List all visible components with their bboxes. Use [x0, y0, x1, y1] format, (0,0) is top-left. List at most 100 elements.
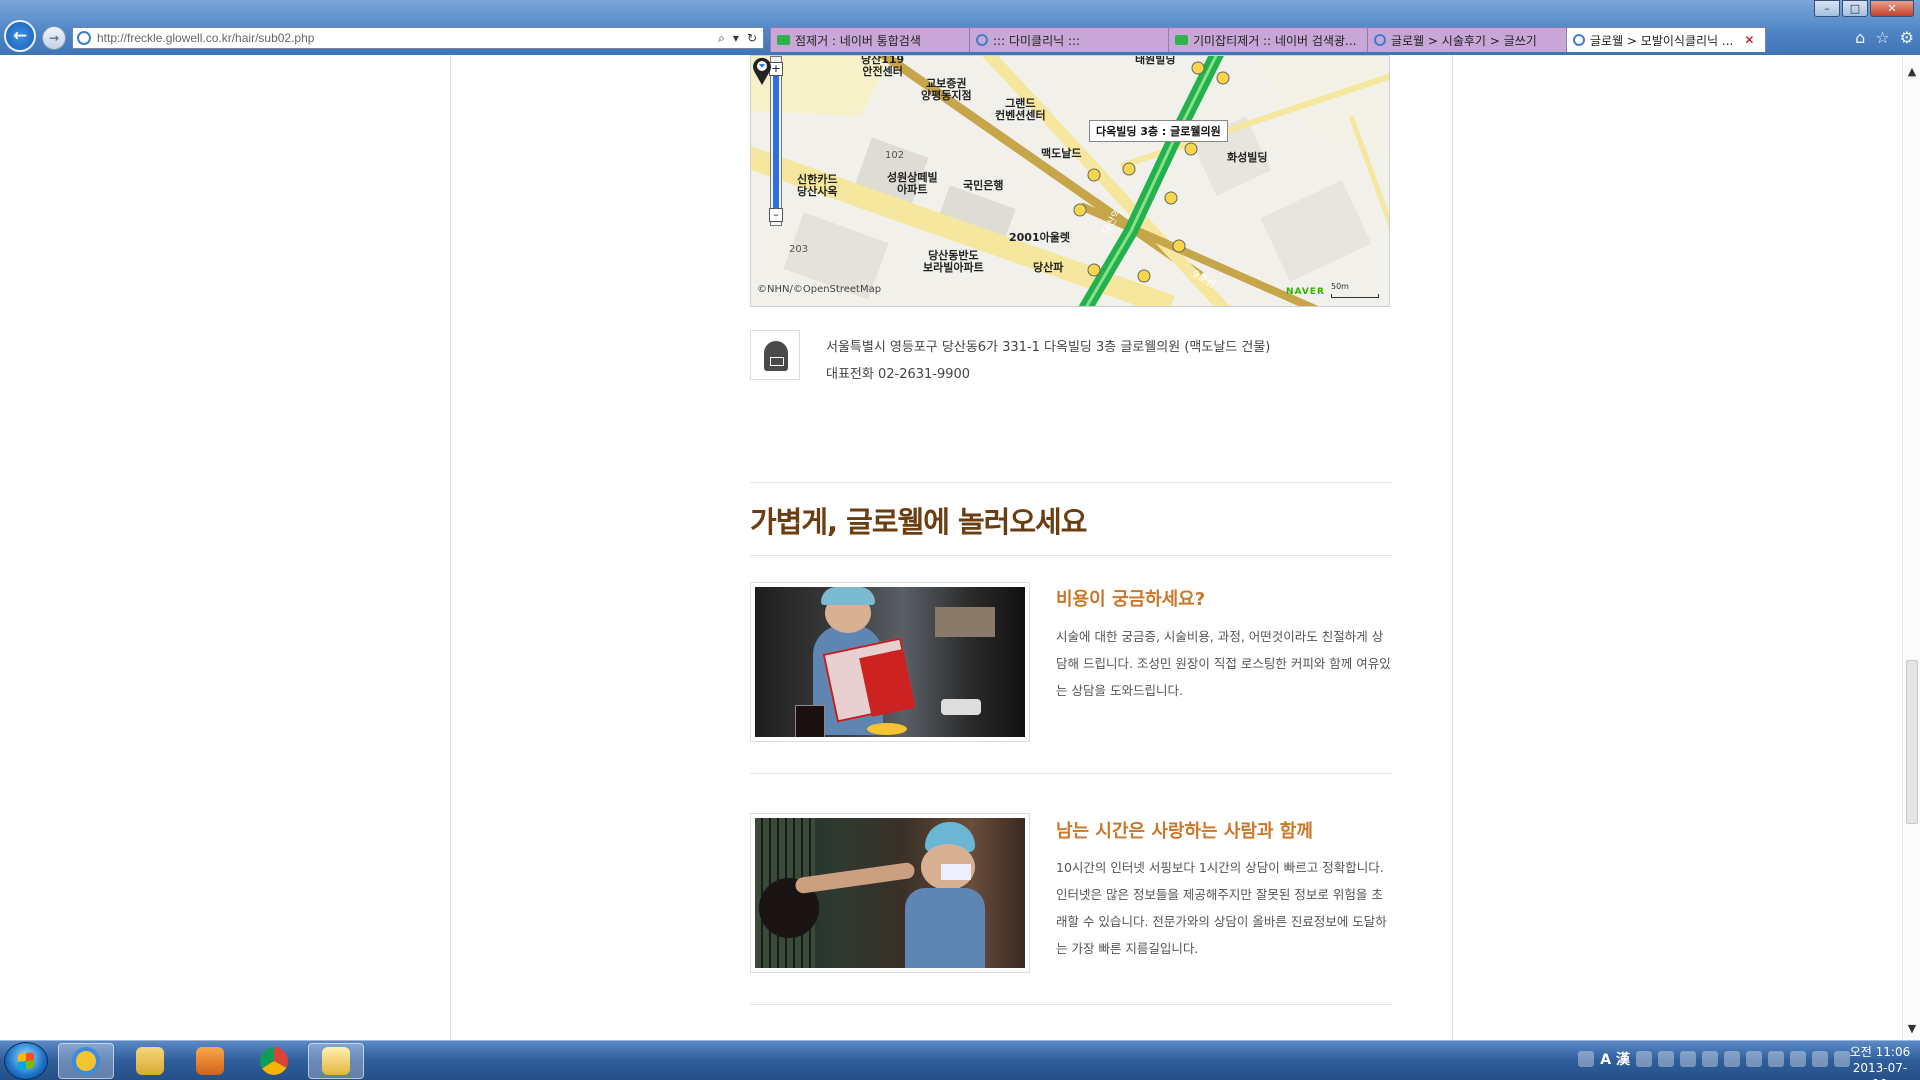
map-label: 태원빌딩	[1135, 55, 1176, 66]
settings-gear-icon[interactable]: ⚙	[1900, 28, 1914, 47]
ie-page-icon	[77, 31, 91, 45]
windows-taskbar: A 漢 오전 11:06 2013-07-10	[0, 1040, 1920, 1080]
naver-map-logo: NAVER	[1286, 287, 1325, 297]
map-scale-bar	[1331, 294, 1379, 298]
ie-page-icon	[1573, 34, 1585, 46]
home-icon[interactable]: ⌂	[1855, 28, 1865, 47]
tray-app-icon[interactable]	[1724, 1051, 1740, 1067]
browser-toolbar: – □ ✕ ← → http://freckle.glowell.co.kr/h…	[0, 0, 1920, 55]
location-map[interactable]: + – 당산119 안전센터 교보증권 양평동지점 그랜드 컨벤션센터 태원빌딩…	[750, 55, 1390, 307]
tray-app-icon[interactable]	[1680, 1051, 1696, 1067]
search-icon[interactable]: ⌕	[718, 31, 725, 46]
favorites-star-icon[interactable]: ☆	[1875, 28, 1889, 47]
map-label: 당산파	[1033, 261, 1064, 274]
tab-label: 글로웰 > 모발이식클리닉 ...	[1590, 33, 1734, 48]
tab-label: ::: 다미클리닉 :::	[993, 33, 1081, 48]
help-icon[interactable]	[1636, 1051, 1652, 1067]
taskbar-chrome[interactable]	[246, 1043, 302, 1079]
naver-icon	[777, 35, 790, 45]
naver-icon	[1175, 35, 1188, 45]
dropdown-arrow-icon[interactable]: ▾	[733, 31, 739, 46]
action-center-flag-icon[interactable]	[1790, 1051, 1806, 1067]
tab-glowell-hair[interactable]: 글로웰 > 모발이식클리닉 ... ✕	[1566, 27, 1766, 52]
clock-date: 2013-07-10	[1852, 1061, 1908, 1080]
address-bar[interactable]: http://freckle.glowell.co.kr/hair/sub02.…	[72, 27, 764, 49]
taskbar-file-explorer[interactable]	[122, 1043, 178, 1079]
mail-icon-box	[750, 330, 800, 380]
close-tab-icon[interactable]: ✕	[1744, 33, 1754, 47]
map-label: 2001아울렛	[1009, 231, 1070, 244]
section-divider	[750, 1004, 1392, 1005]
tray-app-icon[interactable]	[1746, 1051, 1762, 1067]
map-label: 국민은행	[963, 179, 1004, 192]
tray-app-icon[interactable]	[1768, 1051, 1784, 1067]
mailbox-icon	[764, 341, 788, 371]
zoom-out-button[interactable]: –	[769, 208, 783, 222]
close-window-button[interactable]: ✕	[1870, 0, 1914, 17]
map-marker-label[interactable]: 다옥빌딩 3층 : 글로웰의원	[1089, 120, 1228, 142]
maximize-button[interactable]: □	[1842, 0, 1868, 17]
tab-glowell-review[interactable]: 글로웰 > 시술후기 > 글쓰기	[1367, 27, 1567, 52]
tab-label: 점제거 : 네이버 통합검색	[795, 33, 921, 48]
network-shield-icon[interactable]	[1578, 1051, 1595, 1067]
map-credit: ©NHN/©OpenStreetMap	[757, 284, 882, 295]
tab-label: 글로웰 > 시술후기 > 글쓰기	[1391, 33, 1537, 48]
tab-naver-search-1[interactable]: 점제거 : 네이버 통합검색	[770, 27, 970, 52]
system-tray: A 漢	[1578, 1049, 1850, 1069]
tab-dami-clinic[interactable]: ::: 다미클리닉 :::	[969, 27, 1169, 52]
map-background	[751, 56, 1389, 306]
taskbar-internet-explorer[interactable]	[58, 1043, 114, 1079]
item-title: 남는 시간은 사랑하는 사람과 함께	[1056, 821, 1313, 842]
ie-page-icon	[976, 34, 988, 46]
map-label: 그랜드 컨벤션센터	[995, 97, 1046, 122]
zoom-level-bar[interactable]	[773, 70, 779, 210]
doctor-exam-photo	[750, 813, 1030, 973]
content-border-left	[450, 55, 451, 1040]
section-divider	[750, 773, 1392, 774]
map-label: 화성빌딩	[1227, 151, 1268, 164]
system-clock[interactable]: 오전 11:06 2013-07-10	[1846, 1044, 1914, 1080]
taskbar-mail[interactable]	[308, 1043, 364, 1079]
window-controls: – □ ✕	[1814, 0, 1914, 17]
clinic-address: 서울특별시 영등포구 당산동6가 331-1 다옥빌딩 3층 글로웰의원 (맥도…	[826, 340, 1271, 355]
network-icon[interactable]	[1812, 1051, 1828, 1067]
tab-naver-search-2[interactable]: 기미잡티제거 :: 네이버 검색광...	[1168, 27, 1368, 52]
scroll-up-arrow-icon[interactable]: ▲	[1903, 63, 1920, 81]
forward-arrow-icon: →	[48, 31, 60, 45]
map-marker-icon[interactable]	[751, 56, 773, 86]
tray-app-icon[interactable]	[1658, 1051, 1674, 1067]
minimize-button[interactable]: –	[1814, 0, 1840, 17]
map-label: 당산동반도 보라빌아파트	[923, 249, 984, 274]
scroll-down-arrow-icon[interactable]: ▼	[1903, 1020, 1920, 1038]
forward-button[interactable]: →	[42, 26, 66, 50]
back-button[interactable]: ←	[4, 20, 36, 52]
map-label: 신한카드 당산사옥	[797, 173, 838, 198]
internet-explorer-icon	[72, 1047, 100, 1075]
refresh-icon[interactable]: ↻	[747, 31, 757, 46]
url-text[interactable]: http://freckle.glowell.co.kr/hair/sub02.…	[97, 31, 718, 45]
section-title: 가볍게, 글로웰에 놀러오세요	[750, 505, 1087, 539]
section-divider	[750, 555, 1392, 556]
item-body: 시술에 대한 궁금증, 시술비용, 과정, 어떤것이라도 친절하게 상담해 드립…	[1056, 629, 1391, 698]
media-player-icon	[196, 1047, 224, 1075]
map-label: 203	[789, 244, 809, 255]
map-label: 당산119 안전센터	[861, 55, 905, 78]
taskbar-media-player[interactable]	[182, 1043, 238, 1079]
start-button[interactable]	[4, 1042, 48, 1080]
item-body: 10시간의 인터넷 서핑보다 1시간의 상담이 빠르고 정확합니다. 인터넷은 …	[1056, 860, 1387, 956]
map-label: 맥도날드	[1041, 147, 1082, 160]
tab-label: 기미잡티제거 :: 네이버 검색광...	[1193, 33, 1357, 48]
vertical-scrollbar[interactable]: ▲ ▼	[1902, 55, 1920, 1040]
ime-indicator[interactable]: A 漢	[1600, 1049, 1630, 1069]
section-divider	[750, 482, 1392, 483]
map-label: 성원상떼빌 아파트	[887, 171, 938, 196]
scrollbar-thumb[interactable]	[1906, 660, 1918, 824]
back-arrow-icon: ←	[12, 26, 28, 46]
tray-app-icon[interactable]	[1702, 1051, 1718, 1067]
content-border-right	[1452, 55, 1453, 1040]
map-scale-label: 50m	[1331, 282, 1349, 291]
tab-strip: 점제거 : 네이버 통합검색 ::: 다미클리닉 ::: 기미잡티제거 :: 네…	[770, 27, 1766, 52]
page-viewport: + – 당산119 안전센터 교보증권 양평동지점 그랜드 컨벤션센터 태원빌딩…	[0, 55, 1902, 1040]
map-label: 102	[885, 150, 905, 161]
mail-envelope-icon	[322, 1047, 350, 1075]
